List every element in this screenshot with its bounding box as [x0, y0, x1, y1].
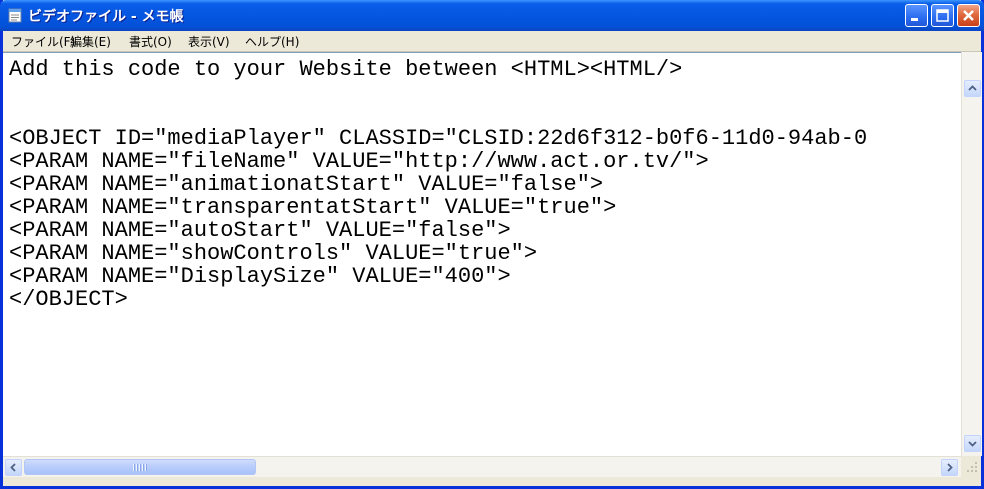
menu-help[interactable]: ヘルプ(H)	[243, 33, 301, 50]
text-editor[interactable]: Add this code to your Website between <H…	[3, 52, 961, 457]
menu-view[interactable]: 表示(V)	[186, 33, 232, 50]
horizontal-scrollbar[interactable]	[3, 456, 961, 477]
scroll-left-button[interactable]	[5, 459, 22, 476]
resize-grip-icon	[967, 462, 977, 472]
minimize-icon	[911, 18, 918, 21]
scroll-down-button[interactable]	[964, 435, 981, 452]
editor-line: <OBJECT ID="mediaPlayer" CLASSID="CLSID:…	[9, 126, 868, 151]
resize-grip[interactable]	[961, 456, 981, 476]
vertical-scrollbar[interactable]	[961, 52, 982, 456]
editor-content[interactable]: Add this code to your Website between <H…	[9, 58, 867, 311]
menu-edit[interactable]: 編集(E)	[68, 33, 113, 50]
chevron-down-icon	[968, 441, 977, 447]
maximize-icon	[936, 9, 949, 22]
close-icon	[963, 10, 974, 21]
editor-line: <PARAM NAME="autoStart" VALUE="false">	[9, 218, 511, 243]
title-bar[interactable]: ビデオファイル - メモ帳	[0, 0, 984, 31]
editor-line: <PARAM NAME="transparentatStart" VALUE="…	[9, 195, 617, 220]
editor-line: <PARAM NAME="DisplaySize" VALUE="400">	[9, 264, 511, 289]
editor-line: <PARAM NAME="animationatStart" VALUE="fa…	[9, 172, 604, 197]
scroll-right-button[interactable]	[941, 459, 958, 476]
menu-bar: ファイル(F) 編集(E) 書式(O) 表示(V) ヘルプ(H)	[3, 31, 981, 52]
close-button[interactable]	[957, 4, 980, 27]
chevron-right-icon	[947, 463, 953, 472]
maximize-button[interactable]	[931, 4, 954, 27]
window-title: ビデオファイル - メモ帳	[28, 9, 184, 25]
scroll-up-button[interactable]	[964, 80, 981, 97]
minimize-button[interactable]	[905, 4, 928, 27]
menu-format[interactable]: 書式(O)	[127, 33, 174, 50]
notepad-icon	[8, 8, 22, 23]
notepad-window: ビデオファイル - メモ帳 ファイル(F) 編集(E) 書式(O) 表示(V) …	[0, 0, 984, 489]
editor-line: </OBJECT>	[9, 287, 128, 312]
editor-line: Add this code to your Website between <H…	[9, 57, 683, 82]
grip-icon	[133, 464, 147, 471]
horizontal-scroll-thumb[interactable]	[24, 459, 256, 475]
editor-line: <PARAM NAME="fileName" VALUE="http://www…	[9, 149, 709, 174]
editor-line: <PARAM NAME="showControls" VALUE="true">	[9, 241, 538, 266]
chevron-left-icon	[10, 463, 16, 472]
chevron-up-icon	[968, 85, 977, 91]
